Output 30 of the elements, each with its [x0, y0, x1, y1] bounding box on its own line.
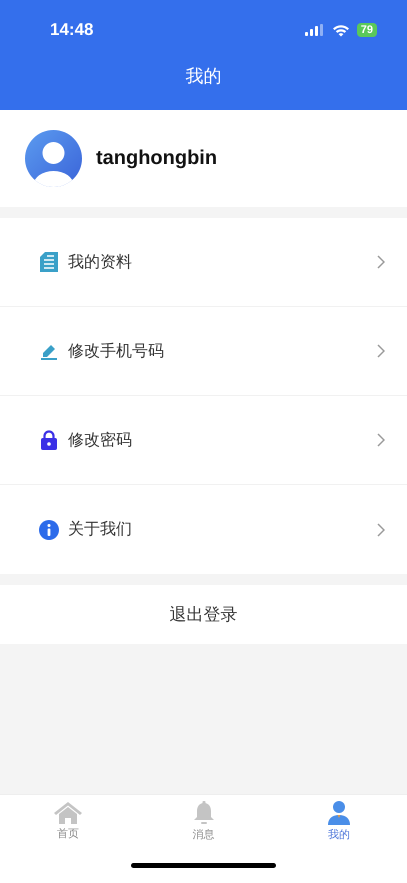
- wifi-icon: [332, 24, 350, 36]
- signal-icon: [304, 24, 325, 36]
- person-icon: [328, 800, 350, 824]
- menu-label: 关于我们: [68, 520, 133, 540]
- status-time: 14:48: [50, 20, 94, 40]
- bell-icon: [192, 800, 214, 824]
- chevron-icon: [377, 522, 385, 536]
- menu-label: 我的资料: [68, 252, 133, 272]
- pencil-icon: [40, 342, 58, 360]
- document-icon: [40, 252, 58, 272]
- tab-item[interactable]: 我的: [271, 795, 407, 847]
- info-icon: [39, 520, 59, 540]
- menu-label: 修改手机号码: [68, 342, 165, 362]
- avatar-icon: [25, 130, 82, 187]
- page-title: 我的: [184, 65, 222, 88]
- tab-item[interactable]: 首页: [0, 795, 136, 847]
- lock-icon: [41, 430, 57, 450]
- logout-button[interactable]: 退出登录: [0, 585, 407, 644]
- chevron-icon: [377, 255, 385, 269]
- chevron-icon: [377, 344, 385, 358]
- menu-item[interactable]: 我的资料: [0, 218, 407, 307]
- menu-label: 修改密码: [68, 430, 133, 450]
- menu-item[interactable]: 修改手机号码: [0, 307, 407, 396]
- house-icon: [54, 802, 82, 824]
- menu-item[interactable]: 修改密码: [0, 396, 407, 485]
- username: tanghongbin: [96, 147, 218, 170]
- chevron-icon: [377, 433, 385, 447]
- tab-item[interactable]: 消息: [136, 795, 272, 847]
- battery-level: 79: [356, 23, 377, 37]
- menu-item[interactable]: 关于我们: [0, 485, 407, 574]
